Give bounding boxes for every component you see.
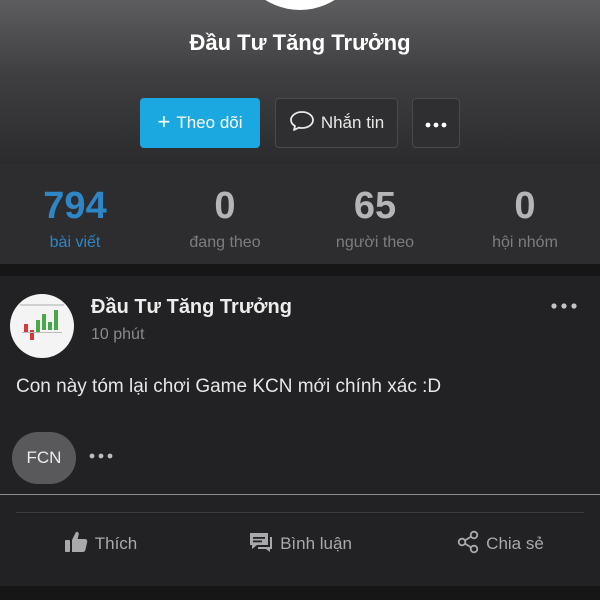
post-author-name[interactable]: Đầu Tư Tăng Trưởng: [91, 296, 292, 319]
stock-tag-chip[interactable]: FCN: [12, 432, 76, 484]
post-content: Con này tóm lại chơi Game KCN mới chính …: [16, 376, 442, 397]
more-horizontal-icon: [89, 453, 113, 459]
more-horizontal-icon: [425, 113, 447, 133]
post-actions: Thích Bình luận Chia sẻ: [0, 522, 600, 566]
stat-posts[interactable]: 794 bài viết: [0, 164, 150, 264]
profile-name: Đầu Tư Tăng Trưởng: [189, 30, 411, 55]
follow-button-label: Theo dõi: [176, 113, 243, 132]
stat-following[interactable]: 0 đang theo: [150, 164, 300, 264]
profile-stats: 794 bài viết 0 đang theo 65 người theo 0…: [0, 164, 600, 264]
more-horizontal-icon: [551, 303, 577, 309]
section-divider: [0, 264, 600, 276]
post-timestamp: 10 phút: [91, 326, 145, 343]
stat-value: 65: [353, 185, 397, 227]
share-icon: [456, 530, 480, 559]
section-divider: [0, 586, 600, 600]
post-author-avatar[interactable]: [10, 294, 74, 358]
post-menu-button[interactable]: [548, 294, 580, 318]
comment-icon: [248, 530, 274, 559]
stat-label: bài viết: [49, 234, 101, 251]
tags-more-button[interactable]: [88, 446, 116, 466]
post-card: Đầu Tư Tăng Trưởng 10 phút Con này tóm l…: [0, 276, 600, 586]
stat-value: 0: [214, 185, 236, 227]
chat-bubble-icon: [289, 110, 315, 137]
like-button[interactable]: Thích: [0, 522, 200, 566]
more-options-button[interactable]: [412, 98, 460, 148]
stat-followers[interactable]: 65 người theo: [300, 164, 450, 264]
profile-avatar[interactable]: [235, 0, 365, 10]
profile-header: Đầu Tư Tăng Trưởng + Theo dõi Nhắn tin: [0, 0, 600, 164]
stat-value: 0: [514, 185, 536, 227]
like-label: Thích: [94, 534, 138, 553]
comment-button[interactable]: Bình luận: [200, 522, 400, 566]
thumbs-up-icon: [63, 530, 89, 559]
divider: [16, 512, 584, 513]
divider: [0, 494, 600, 495]
share-button[interactable]: Chia sẻ: [400, 522, 600, 566]
message-button-label: Nhắn tin: [320, 113, 385, 132]
stat-groups[interactable]: 0 hội nhóm: [450, 164, 600, 264]
stat-label: người theo: [335, 234, 415, 251]
share-label: Chia sẻ: [486, 534, 544, 553]
comment-label: Bình luận: [280, 534, 352, 553]
stat-label: đang theo: [189, 234, 261, 251]
follow-button[interactable]: + Theo dõi: [140, 98, 260, 148]
message-button[interactable]: Nhắn tin: [275, 98, 398, 148]
plus-icon: +: [157, 109, 171, 134]
stat-label: hội nhóm: [492, 234, 558, 251]
stat-value: 794: [43, 185, 107, 227]
